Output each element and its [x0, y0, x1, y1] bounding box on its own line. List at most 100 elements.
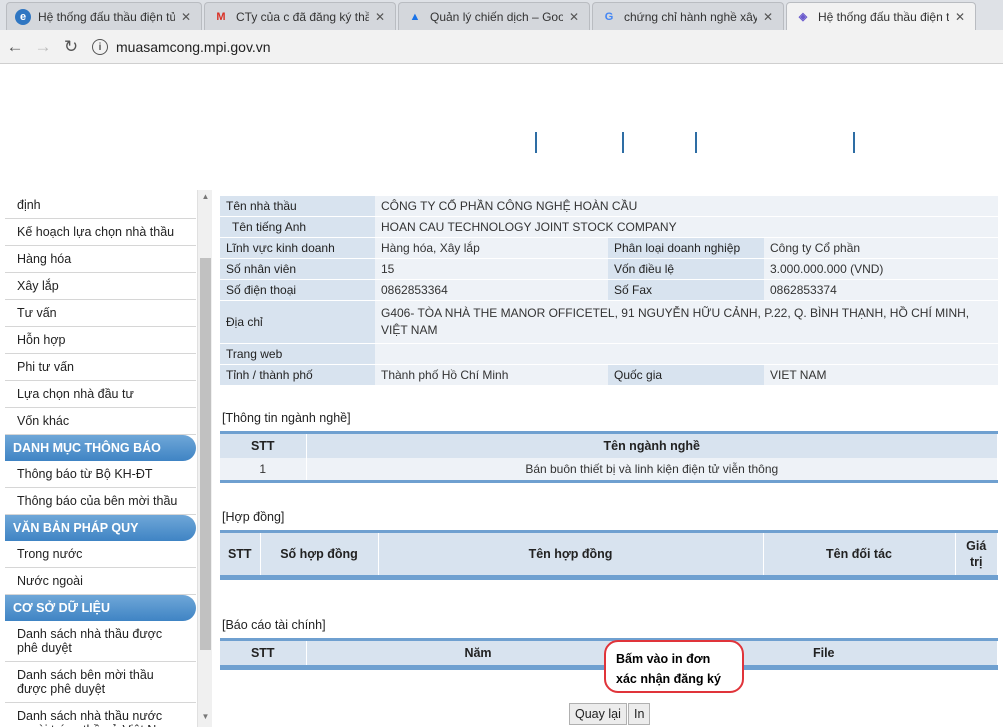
table-row: 1 Bán buôn thiết bị và linh kiện điện tử… [220, 458, 998, 480]
column-header: Giá trị [955, 533, 998, 575]
scroll-up-icon[interactable]: ▲ [198, 192, 213, 201]
header-separator [853, 132, 855, 153]
close-tab-icon[interactable]: ✕ [373, 10, 387, 24]
label-cell: Số Fax [608, 279, 764, 301]
label-cell: Phân loại doanh nghiệp [608, 237, 764, 259]
back-button[interactable]: Quay lại [569, 703, 627, 725]
muasamcong-icon: ◈ [798, 11, 808, 23]
close-tab-icon[interactable]: ✕ [761, 10, 775, 24]
print-button[interactable]: In [628, 703, 651, 725]
column-header: STT [220, 533, 261, 575]
google-ads-icon: ▲ [409, 10, 421, 23]
back-arrow-icon[interactable]: ← [4, 36, 26, 58]
sidebar-item[interactable]: Danh sách nhà thầu nước ngoài trúng thầu… [5, 703, 196, 727]
sidebar-item[interactable]: định [5, 190, 196, 219]
sidebar-item[interactable]: Lựa chọn nhà đầu tư [5, 381, 196, 408]
sidebar-heading-vanban: VĂN BẢN PHÁP QUY [5, 515, 196, 541]
label-cell: Trang web [220, 343, 375, 365]
sidebar-item[interactable]: Danh sách bên mời thầu được phê duyệt [5, 662, 196, 703]
column-header: STT [220, 641, 307, 665]
company-info-table: Tên nhà thầu CÔNG TY CỔ PHẦN CÔNG NGHỆ H… [220, 196, 998, 386]
staff-count: 15 [375, 258, 608, 280]
label-cell: Số điện thoại [220, 279, 375, 301]
label-cell: Vốn điều lệ [608, 258, 764, 280]
sidebar-item[interactable]: Trong nước [5, 541, 196, 568]
industry-table: STT Tên ngành nghề 1 Bán buôn thiết bị v… [220, 434, 998, 480]
tab-title: Hệ thống đấu thầu điện tử [38, 9, 175, 24]
fax-number: 0862853374 [764, 279, 998, 301]
country: VIET NAM [764, 364, 998, 386]
gmail-icon: M [216, 10, 226, 23]
charter-capital: 3.000.000.000 (VND) [764, 258, 998, 280]
column-header: Năm [306, 641, 651, 665]
industry-section-title: [Thông tin ngành nghề] [222, 411, 351, 425]
contracts-table-wrap: STT Số hợp đồng Tên hợp đồng Tên đối tác… [220, 530, 998, 580]
column-header: Số hợp đồng [260, 533, 379, 575]
browser-tabstrip: e Hệ thống đấu thầu điện tử ✕ M CTy của … [0, 0, 1003, 30]
header-separator [622, 132, 624, 153]
forward-arrow-icon[interactable]: → [32, 36, 54, 58]
column-header: STT [220, 434, 307, 458]
sidebar-item[interactable]: Tư vấn [5, 300, 196, 327]
label-cell: Tên nhà thầu [220, 196, 375, 217]
tab-title: Quản lý chiến dịch – Google [430, 9, 563, 24]
browser-tab[interactable]: M CTy của c đã đăng ký thầu ✕ [204, 2, 396, 30]
label-cell: Quốc gia [608, 364, 764, 386]
scroll-down-icon[interactable]: ▼ [198, 712, 213, 721]
table-cell: Bán buôn thiết bị và linh kiện điện tử v… [306, 458, 998, 480]
sidebar-item[interactable]: Nước ngoài [5, 568, 196, 595]
industry-table-wrap: STT Tên ngành nghề 1 Bán buôn thiết bị v… [220, 431, 998, 483]
sidebar-item[interactable]: Kế hoạch lựa chọn nhà thầu [5, 219, 196, 246]
close-tab-icon[interactable]: ✕ [953, 10, 967, 24]
contracts-section-title: [Hợp đồng] [222, 510, 285, 524]
company-type: Công ty Cổ phần [764, 237, 998, 259]
url-text: muasamcong.mpi.gov.vn [116, 39, 271, 55]
company-english-name: HOAN CAU TECHNOLOGY JOINT STOCK COMPANY [375, 216, 998, 238]
sidebar-item[interactable]: Danh sách nhà thầu được phê duyệt [5, 621, 196, 662]
close-tab-icon[interactable]: ✕ [179, 10, 193, 24]
sidebar-item[interactable]: Thông báo của bên mời thầu [5, 488, 196, 515]
label-cell: Lĩnh vực kinh doanh [220, 237, 375, 259]
sidebar-item[interactable]: Hàng hóa [5, 246, 196, 273]
label-cell: Tên tiếng Anh [220, 216, 375, 238]
sidebar-item[interactable]: Thông báo từ Bộ KH-ĐT [5, 461, 196, 488]
tab-title: chứng chỉ hành nghề xây dựng [624, 9, 757, 24]
reload-icon[interactable]: ↻ [60, 36, 82, 58]
address-bar[interactable]: i muasamcong.mpi.gov.vn [92, 36, 992, 58]
browser-tab-active[interactable]: ◈ Hệ thống đấu thầu điện tử ✕ [786, 2, 976, 30]
browser-toolbar: ← → ↻ i muasamcong.mpi.gov.vn [0, 30, 1003, 64]
label-cell: Tỉnh / thành phố [220, 364, 375, 386]
sidebar-item[interactable]: Hỗn hợp [5, 327, 196, 354]
header-separator [535, 132, 537, 153]
close-tab-icon[interactable]: ✕ [567, 10, 581, 24]
sidebar-item[interactable]: Phi tư vấn [5, 354, 196, 381]
address: G406- TÒA NHÀ THE MANOR OFFICETEL, 91 NG… [375, 300, 998, 344]
browser-tab[interactable]: e Hệ thống đấu thầu điện tử ✕ [6, 2, 202, 30]
sidebar-heading-thongbao: DANH MỤC THÔNG BÁO [5, 435, 196, 461]
header-separator [695, 132, 697, 153]
sidebar-menu: định Kế hoạch lựa chọn nhà thầu Hàng hóa… [5, 190, 196, 727]
table-cell: 1 [220, 458, 307, 480]
contracts-table: STT Số hợp đồng Tên hợp đồng Tên đối tác… [220, 533, 998, 575]
instruction-callout: Bấm vào in đơn xác nhận đăng ký [604, 640, 744, 693]
main-content: Tên nhà thầu CÔNG TY CỔ PHẦN CÔNG NGHỆ H… [220, 196, 998, 670]
google-icon: G [604, 10, 614, 23]
scrollbar-thumb[interactable] [200, 258, 211, 650]
province: Thành phố Hồ Chí Minh [375, 364, 608, 386]
column-header: Tên ngành nghề [306, 434, 998, 458]
info-icon[interactable]: i [92, 39, 108, 55]
business-field: Hàng hóa, Xây lắp [375, 237, 608, 259]
column-header: Tên đối tác [763, 533, 956, 575]
browser-tab[interactable]: ▲ Quản lý chiến dịch – Google ✕ [398, 2, 590, 30]
ie-icon: e [15, 8, 31, 25]
sidebar-heading-csdl: CƠ SỞ DỮ LIỆU [5, 595, 196, 621]
sidebar-scrollbar[interactable]: ▲ ▼ [197, 190, 212, 727]
tab-title: Hệ thống đấu thầu điện tử [818, 9, 949, 24]
label-cell: Số nhân viên [220, 258, 375, 280]
sidebar-item[interactable]: Xây lắp [5, 273, 196, 300]
sidebar-item[interactable]: Vốn khác [5, 408, 196, 435]
phone-number: 0862853364 [375, 279, 608, 301]
tab-title: CTy của c đã đăng ký thầu [236, 9, 369, 24]
label-cell: Địa chỉ [220, 300, 375, 344]
browser-tab[interactable]: G chứng chỉ hành nghề xây dựng ✕ [592, 2, 784, 30]
